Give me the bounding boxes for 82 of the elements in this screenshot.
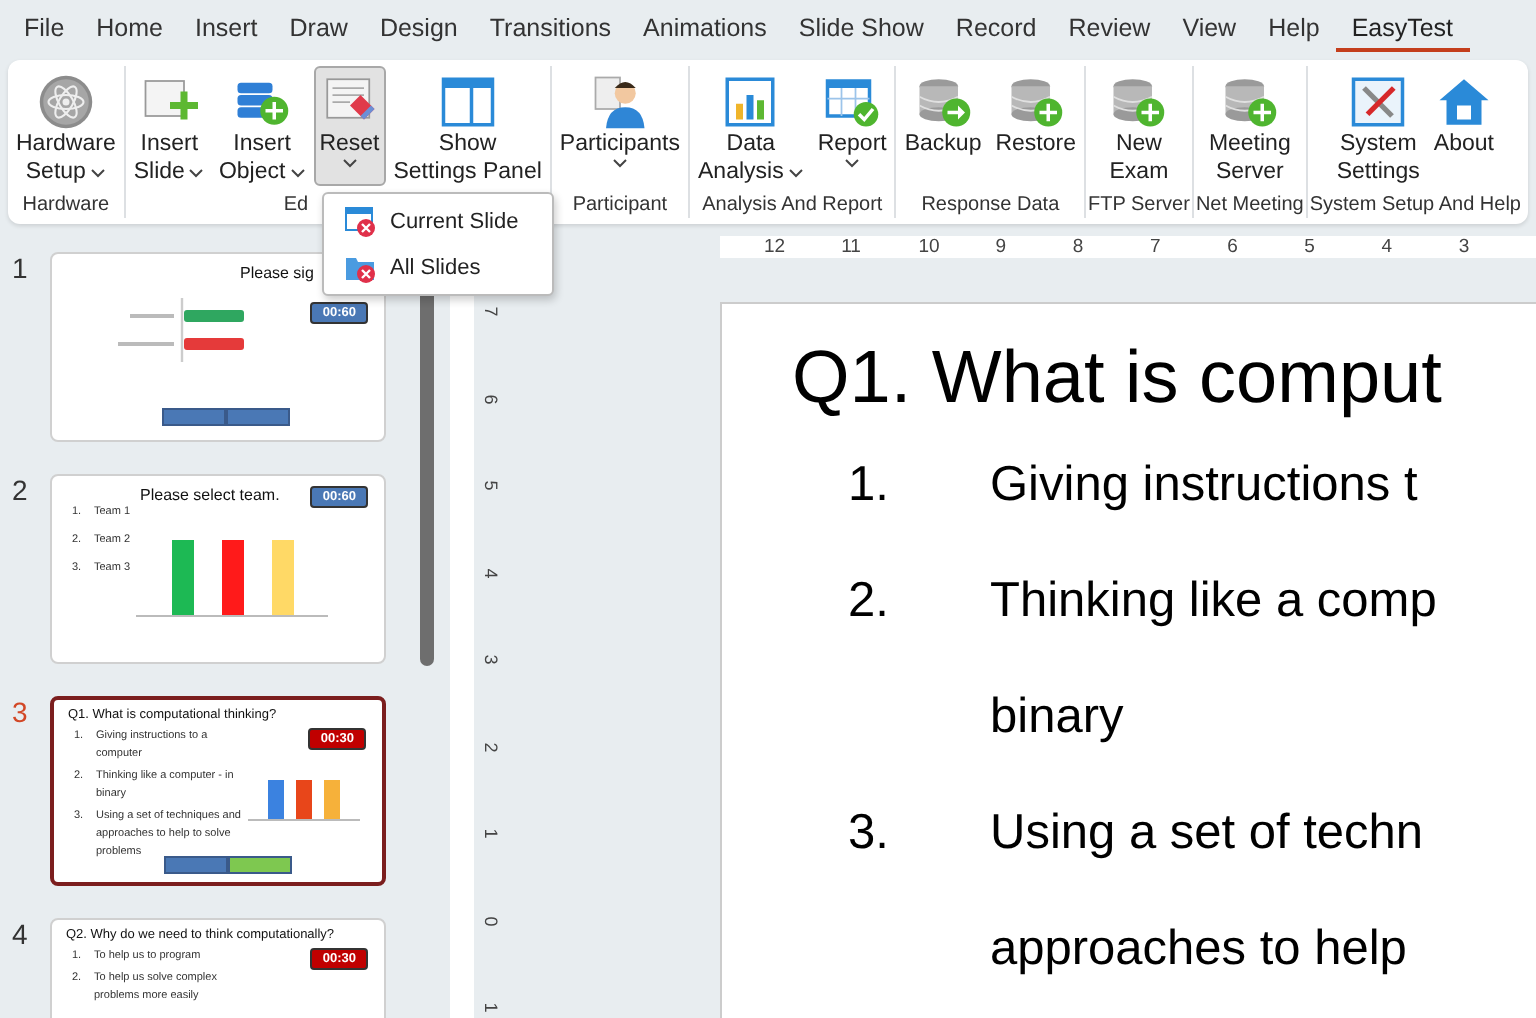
ribbon-button[interactable]: Show Settings Panel [387,66,548,186]
ruler-number: 4 [479,567,504,578]
ribbon-button[interactable]: Data Analysis [692,66,810,186]
ruler-number: 7 [1149,236,1163,258]
ruler-number: 11 [841,236,863,258]
group-label: Response Data [921,194,1060,218]
menu-tab[interactable]: Slide Show [782,5,940,51]
menu-tab[interactable]: Animations [627,5,783,51]
person-icon [591,74,648,130]
list-item-text: Thinking like a comp [990,572,1437,632]
menu-tab[interactable]: Record [939,5,1053,51]
menu-tab[interactable]: Transitions [473,5,628,51]
menu-tab[interactable]: Home [80,5,179,51]
group-label: Ed [283,194,309,218]
database-plus-icon [1221,74,1278,130]
menu-tab[interactable]: File [8,5,81,51]
ruler-number: 6 [1227,236,1240,258]
ribbon-button[interactable]: Meeting Server [1202,66,1297,186]
table-check-icon [824,74,881,130]
list-number: 2. [846,572,891,632]
ruler-number: 4 [1381,236,1395,258]
database-plus-icon [1110,74,1167,130]
slide-number: 4 [10,918,30,954]
slide-number: 3 [10,696,30,732]
ribbon-button[interactable]: System Settings [1330,66,1426,186]
ribbon-button[interactable]: Participants [553,66,686,186]
ruler-number: 6 [479,393,504,404]
ruler-number: 0 [479,915,504,926]
menu-tab[interactable]: Design [363,5,474,51]
list-number: 3. [846,804,891,864]
house-icon [1435,74,1492,130]
list-item-text: binary [990,688,1126,748]
menu-tab[interactable]: View [1166,5,1253,51]
ribbon-button[interactable]: About [1427,66,1500,186]
menu-tab[interactable]: Review [1052,5,1167,51]
slide-title: Please sig [240,264,314,282]
slide-number: 2 [10,474,30,510]
menu-item[interactable]: Current Slide [324,198,552,244]
ruler-number: 3 [479,654,504,665]
ruler-number: 7 [479,306,504,317]
database-plus-icon [1007,74,1064,130]
ruler-number: 1 [479,1002,504,1013]
slide-number: 1 [10,252,30,288]
slide-title: Please select team. [140,486,280,504]
group-label: Net Meeting [1195,194,1304,218]
tools-icon [1350,74,1407,130]
group-label: FTP Server [1088,194,1190,218]
menu-tab[interactable]: Draw [273,5,364,51]
chart-icon [722,74,779,130]
group-label: Hardware [22,194,110,218]
list-item-text: Using a set of techn [990,804,1424,864]
ribbon-button[interactable]: Insert Slide [127,66,211,186]
ribbon-button[interactable]: Backup [898,66,988,186]
ribbon-button[interactable]: Restore [989,66,1082,186]
ribbon-button[interactable]: Insert Object [212,66,312,186]
menu-tab[interactable]: EasyTest [1335,5,1470,51]
panel-icon [439,74,496,130]
group-label: Participant [572,194,668,218]
list-item-text: Giving instructions t [990,456,1418,516]
group-label: System Setup And Help [1309,194,1521,218]
ribbon-button[interactable]: New Exam [1103,66,1175,186]
atom-icon [37,74,94,130]
ruler-number: 12 [764,236,788,258]
group-label: Analysis And Report [702,194,883,218]
ribbon-button[interactable]: Hardware Setup [10,66,122,186]
slide-title: Q1. What is comput [792,334,1444,422]
slide-delete-icon [344,205,376,237]
menu-tab[interactable]: Help [1252,5,1336,51]
database-arrow-icon [915,74,972,130]
menu-tab[interactable]: Insert [179,5,274,51]
ribbon-button[interactable]: Report [811,66,893,186]
ribbon-button[interactable]: Reset [313,66,386,186]
ruler-number: 5 [1304,236,1317,258]
list-number: 1. [846,456,891,516]
ruler-number: 3 [1458,236,1472,258]
ruler-number: 5 [479,480,504,491]
ruler-number: 9 [995,236,1009,258]
ruler-number: 1 [479,828,504,839]
ruler-number: 8 [1072,236,1086,258]
list-item-text: approaches to help [990,920,1409,980]
ruler-number: 2 [479,741,504,752]
ruler-number: 10 [918,236,942,258]
